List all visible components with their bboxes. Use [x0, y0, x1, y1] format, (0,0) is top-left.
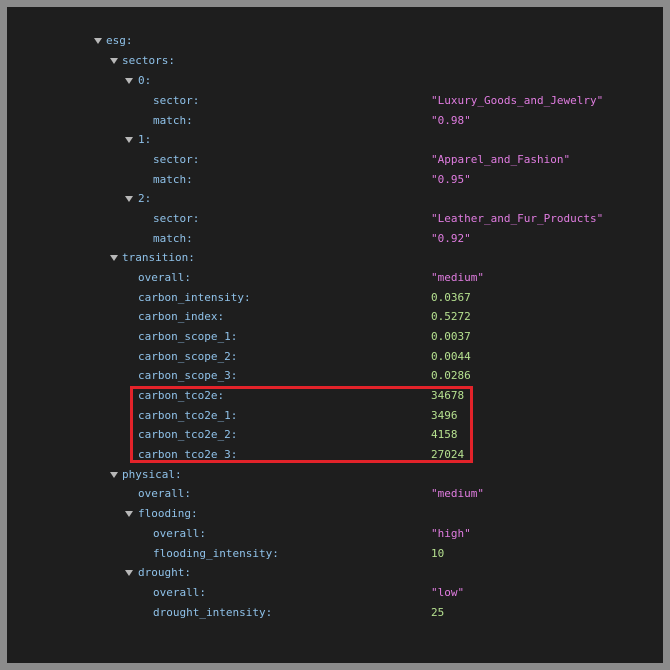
leaf-key: carbon_intensity:	[138, 291, 251, 304]
node-key: transition:	[122, 251, 195, 264]
highlight-box	[130, 386, 473, 463]
json-tree: esg: sectors: 0: sector: "Luxury_Goods_a…	[7, 7, 663, 663]
leaf-key: match:	[153, 114, 193, 127]
leaf-value: "high"	[431, 527, 471, 540]
node-key: 1:	[138, 133, 152, 146]
node-key: physical:	[122, 468, 182, 481]
leaf-value: "0.98"	[431, 114, 471, 127]
chevron-down-icon[interactable]	[124, 130, 134, 150]
leaf-value: "0.95"	[431, 173, 471, 186]
leaf-key: sector:	[153, 94, 200, 107]
leaf-key: drought_intensity:	[153, 606, 273, 619]
json-viewer-panel: esg: sectors: 0: sector: "Luxury_Goods_a…	[7, 7, 663, 663]
leaf-value: 0.0044	[431, 350, 471, 363]
leaf-key: overall:	[138, 271, 191, 284]
node-key: sectors:	[122, 54, 175, 67]
chevron-down-icon[interactable]	[109, 51, 119, 71]
chevron-down-icon[interactable]	[109, 465, 119, 485]
leaf-value: "Apparel_and_Fashion"	[431, 153, 571, 166]
leaf-key: sector:	[153, 212, 200, 225]
leaf-key: carbon_scope_2:	[138, 350, 238, 363]
chevron-down-icon[interactable]	[124, 71, 134, 91]
leaf-value: "0.92"	[431, 232, 471, 245]
leaf-key: carbon_scope_1:	[138, 330, 238, 343]
leaf-value: 0.0286	[431, 369, 471, 382]
node-key: drought:	[138, 566, 191, 579]
chevron-down-icon[interactable]	[124, 563, 134, 583]
leaf-key: match:	[153, 232, 193, 245]
leaf-key: match:	[153, 173, 193, 186]
leaf-key: sector:	[153, 153, 200, 166]
leaf-value: 0.0367	[431, 291, 471, 304]
leaf-value: "low"	[431, 586, 465, 599]
leaf-key: overall:	[153, 527, 206, 540]
leaf-value: "medium"	[431, 271, 484, 284]
chevron-down-icon[interactable]	[93, 31, 103, 51]
leaf-key: flooding_intensity:	[153, 547, 279, 560]
leaf-key: overall:	[153, 586, 206, 599]
chevron-down-icon[interactable]	[124, 504, 134, 524]
leaf-key: overall:	[138, 487, 191, 500]
leaf-value: "Leather_and_Fur_Products"	[431, 212, 604, 225]
chevron-down-icon[interactable]	[124, 189, 134, 209]
leaf-key: carbon_index:	[138, 310, 225, 323]
chevron-down-icon[interactable]	[109, 248, 119, 268]
node-key: flooding:	[138, 507, 198, 520]
node-key: 0:	[138, 74, 152, 87]
leaf-value: 0.0037	[431, 330, 471, 343]
leaf-value: "medium"	[431, 487, 484, 500]
node-key: 2:	[138, 192, 152, 205]
leaf-value: 0.5272	[431, 310, 471, 323]
node-key: esg:	[106, 34, 133, 47]
leaf-key: carbon_scope_3:	[138, 369, 238, 382]
leaf-value: 10	[431, 547, 445, 560]
leaf-value: "Luxury_Goods_and_Jewelry"	[431, 94, 604, 107]
leaf-value: 25	[431, 606, 445, 619]
